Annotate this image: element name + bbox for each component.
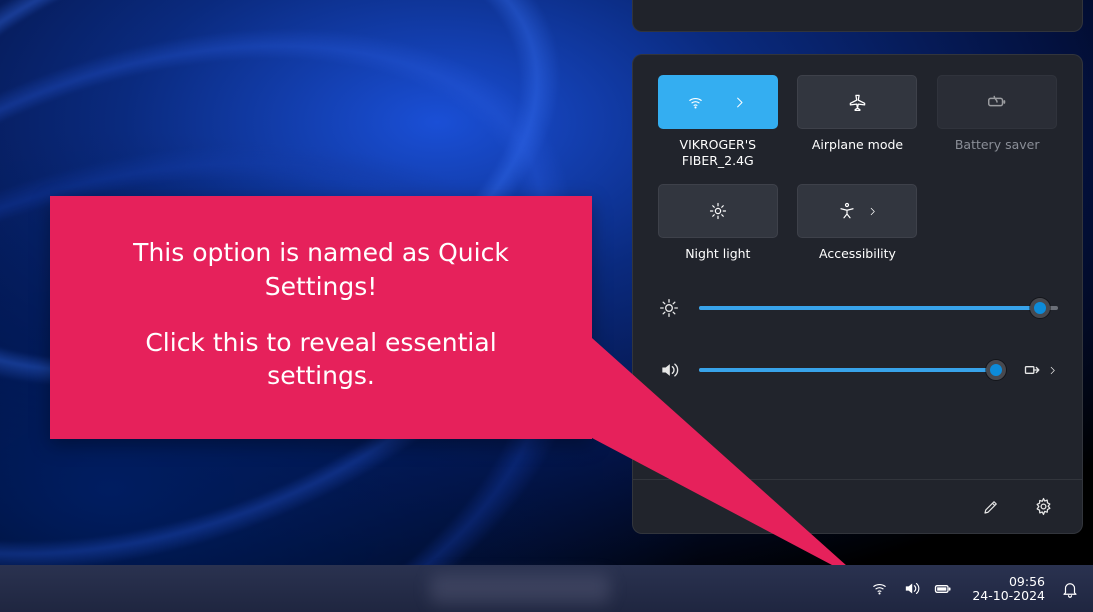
accessibility-tile[interactable] bbox=[797, 184, 917, 238]
night-light-tile[interactable] bbox=[658, 184, 778, 238]
tile-wrap-airplane: Airplane mode bbox=[797, 75, 919, 168]
edit-quick-settings-button[interactable] bbox=[974, 490, 1008, 524]
night-light-icon bbox=[707, 200, 729, 222]
airplane-mode-tile[interactable] bbox=[797, 75, 917, 129]
chevron-right-icon bbox=[729, 91, 751, 113]
brightness-slider-thumb[interactable] bbox=[1030, 298, 1050, 318]
all-settings-button[interactable] bbox=[1026, 490, 1060, 524]
quick-settings-button[interactable] bbox=[860, 571, 962, 607]
volume-icon bbox=[900, 578, 922, 600]
airplane-icon bbox=[846, 91, 868, 113]
brightness-slider-row bbox=[657, 298, 1058, 318]
brightness-icon bbox=[657, 298, 681, 318]
chevron-right-icon bbox=[866, 200, 878, 222]
bell-icon bbox=[1059, 578, 1081, 600]
battery-icon bbox=[932, 578, 954, 600]
night-light-tile-label: Night light bbox=[685, 246, 750, 262]
volume-slider-thumb[interactable] bbox=[986, 360, 1006, 380]
taskbar-clock[interactable]: 09:56 24-10-2024 bbox=[964, 571, 1053, 607]
tile-wrap-accessibility: Accessibility bbox=[797, 184, 919, 262]
callout-text-2: Click this to reveal essential settings. bbox=[90, 326, 552, 394]
tutorial-callout: This option is named as Quick Settings! … bbox=[50, 196, 592, 439]
notification-panel-stub bbox=[632, 0, 1083, 32]
battery-tile-label: Battery saver bbox=[955, 137, 1040, 153]
callout-text-1: This option is named as Quick Settings! bbox=[90, 236, 552, 304]
brightness-slider[interactable] bbox=[699, 306, 1058, 310]
accessibility-icon bbox=[836, 200, 858, 222]
airplane-tile-label: Airplane mode bbox=[812, 137, 903, 153]
notifications-button[interactable] bbox=[1055, 571, 1085, 607]
wifi-icon bbox=[868, 578, 890, 600]
clock-date: 24-10-2024 bbox=[972, 589, 1045, 603]
wifi-tile-label: VIKROGER'S FIBER_2.4G bbox=[657, 137, 779, 168]
accessibility-tile-label: Accessibility bbox=[819, 246, 896, 262]
tile-wrap-nightlight: Night light bbox=[657, 184, 779, 262]
taskbar-app-blur bbox=[430, 574, 610, 604]
battery-saver-icon bbox=[986, 91, 1008, 113]
wifi-tile[interactable] bbox=[658, 75, 778, 129]
taskbar: 09:56 24-10-2024 bbox=[0, 565, 1093, 612]
system-tray: 09:56 24-10-2024 bbox=[860, 565, 1085, 612]
quick-settings-tiles: VIKROGER'S FIBER_2.4G Airplane mode Batt… bbox=[657, 75, 1058, 262]
clock-time: 09:56 bbox=[1009, 575, 1045, 589]
audio-output-selector[interactable] bbox=[1023, 360, 1058, 380]
tile-empty bbox=[936, 184, 1058, 262]
tile-wrap-wifi: VIKROGER'S FIBER_2.4G bbox=[657, 75, 779, 168]
brightness-slider-fill bbox=[699, 306, 1040, 310]
wifi-icon bbox=[685, 91, 707, 113]
tile-wrap-battery: Battery saver bbox=[936, 75, 1058, 168]
battery-saver-tile[interactable] bbox=[937, 75, 1057, 129]
